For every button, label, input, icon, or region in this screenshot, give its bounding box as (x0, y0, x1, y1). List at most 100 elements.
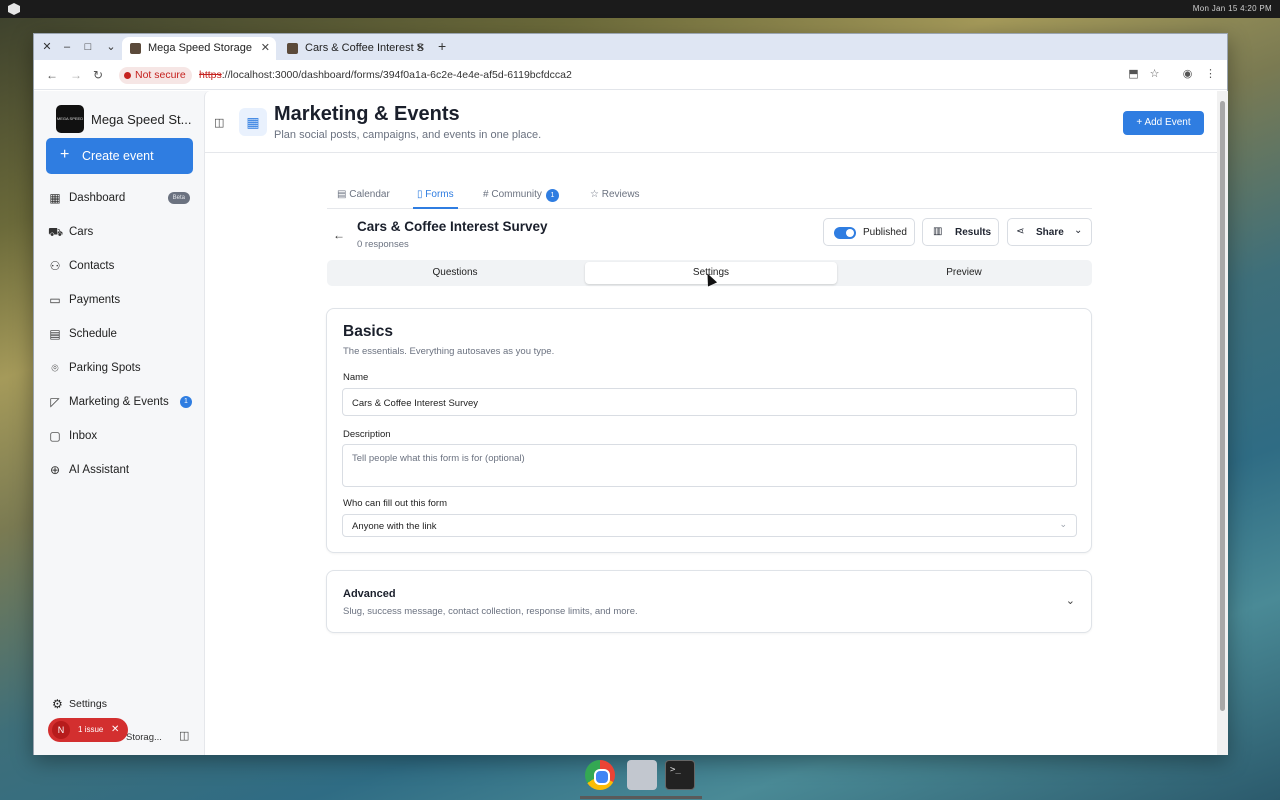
tab-reviews[interactable]: ☆ Reviews (590, 189, 640, 200)
window-minimize-icon[interactable]: – (60, 40, 74, 54)
scrollbar-thumb[interactable] (1220, 101, 1225, 711)
audience-select[interactable]: Anyone with the link ⌄ (342, 514, 1077, 537)
files-icon[interactable] (627, 760, 657, 790)
audience-label: Who can fill out this form (343, 498, 448, 509)
inbox-icon: ▢ (49, 429, 61, 443)
sidebar-item-cars[interactable]: ⛟ Cars (48, 221, 194, 245)
tab-forms[interactable]: ▯ Forms (413, 189, 458, 209)
card-icon: ▭ (49, 293, 61, 307)
new-tab-icon[interactable]: + (438, 38, 446, 54)
sidebar-item-parking-spots[interactable]: ⌾ Parking Spots (48, 357, 194, 381)
url-field[interactable]: https://localhost:3000/dashboard/forms/3… (199, 69, 572, 81)
name-input[interactable]: Cars & Coffee Interest Survey (342, 388, 1077, 416)
sidebar-item-payments[interactable]: ▭ Payments (48, 289, 194, 313)
basics-title: Basics (343, 323, 393, 340)
share-icon: ⋖ (1016, 226, 1025, 237)
star-icon: ☆ (590, 189, 602, 200)
share-button[interactable]: ⋖ Share ⌄ (1007, 218, 1092, 246)
basics-description: The essentials. Everything autosaves as … (343, 346, 555, 357)
tab-search-chevron-icon[interactable]: ⌄ (104, 40, 118, 54)
toggle-switch[interactable] (834, 227, 856, 239)
sidebar-item-inbox[interactable]: ▢ Inbox (48, 425, 194, 449)
sidebar-footer-label[interactable]: Storag... (126, 732, 162, 743)
sidebar-item-label: Dashboard (69, 192, 126, 204)
tab-strip: ✕ – □ ⌄ Mega Speed Storage ✕ Cars & Coff… (34, 34, 1227, 60)
description-label: Description (343, 429, 391, 440)
tab-label: Reviews (601, 189, 640, 200)
published-label: Published (863, 227, 907, 238)
close-icon[interactable]: ✕ (111, 718, 119, 742)
grid-icon: ▦ (49, 191, 61, 205)
count-badge: 1 (180, 396, 192, 408)
tab-community[interactable]: # Community 1 (483, 189, 559, 202)
sidebar-item-label: Marketing & Events (69, 396, 169, 408)
users-icon: ⚇ (49, 259, 61, 273)
sidebar-item-marketing-events[interactable]: ◸ Marketing & Events 1 (48, 391, 194, 415)
browser-window: ✕ – □ ⌄ Mega Speed Storage ✕ Cars & Coff… (33, 33, 1228, 755)
add-event-label: Add Event (1144, 117, 1191, 128)
sidebar-item-contacts[interactable]: ⚇ Contacts (48, 255, 194, 279)
page-header: ◫ ▦ Marketing & Events Plan social posts… (205, 91, 1217, 153)
sidebar-item-dashboard[interactable]: ▦ Dashboard Beta (48, 187, 194, 211)
back-icon[interactable]: ← (46, 68, 58, 82)
reload-icon[interactable]: ↻ (93, 68, 103, 82)
tab-calendar[interactable]: ▤ Calendar (337, 189, 390, 200)
results-button[interactable]: ▥ Results (922, 218, 999, 246)
car-icon: ⛟ (48, 225, 64, 239)
section-tabs: ▤ Calendar ▯ Forms # Community 1 ☆ Review… (327, 183, 1092, 209)
chevron-down-icon[interactable]: ⌄ (1066, 594, 1075, 607)
browser-tab-active[interactable]: Mega Speed Storage ✕ (122, 37, 276, 60)
site-favicon-icon (130, 43, 141, 54)
sidebar-item-ai-assistant[interactable]: ⊕ AI Assistant (48, 459, 194, 483)
sidebar-toggle-icon[interactable]: ◫ (214, 116, 224, 129)
beta-badge: Beta (167, 192, 190, 204)
tab-label: Calendar (349, 189, 390, 200)
os-logo-icon[interactable] (8, 3, 20, 15)
segment-preview[interactable]: Preview (838, 262, 1090, 284)
tab-title: Cars & Coffee Interest S (305, 42, 425, 54)
page-title: Marketing & Events (274, 103, 460, 125)
results-label: Results (955, 227, 992, 238)
forward-icon[interactable]: → (70, 68, 82, 82)
window-close-icon[interactable]: ✕ (40, 40, 54, 54)
sidebar-item-label: Contacts (69, 260, 115, 272)
site-favicon-icon (287, 43, 298, 54)
profile-icon[interactable]: ◉ (1181, 68, 1194, 81)
name-label: Name (343, 372, 369, 383)
back-arrow-icon[interactable]: ← (333, 228, 345, 242)
sidebar-item-label: Parking Spots (69, 362, 141, 374)
tab-close-icon[interactable]: ✕ (261, 37, 270, 60)
description-textarea[interactable]: Tell people what this form is for (optio… (342, 444, 1077, 487)
count-badge: 1 (545, 189, 559, 202)
browser-menu-icon[interactable]: ⋮ (1204, 68, 1217, 81)
basics-card: Basics The essentials. Everything autosa… (326, 308, 1092, 553)
security-indicator[interactable]: Not secure (119, 67, 192, 84)
system-clock[interactable]: Mon Jan 15 4:20 PM (1193, 4, 1272, 13)
segment-questions[interactable]: Questions (329, 262, 581, 284)
url-scheme: https (199, 69, 222, 81)
page-scrollbar[interactable] (1217, 91, 1228, 755)
published-toggle[interactable]: Published (823, 218, 915, 246)
terminal-icon[interactable]: >_ (665, 760, 695, 790)
desktop-top-bar: Mon Jan 15 4:20 PM (0, 0, 1280, 18)
add-event-button[interactable]: + Add Event (1123, 111, 1204, 135)
window-maximize-icon[interactable]: □ (81, 40, 95, 54)
calendar-icon: ▤ (49, 327, 61, 341)
tab-close-icon[interactable]: ✕ (416, 37, 425, 60)
issue-count: 1 issue (78, 725, 104, 734)
advanced-card[interactable]: Advanced Slug, success message, contact … (326, 570, 1092, 633)
address-bar-row: ← → ↻ Not secure https://localhost:3000/… (34, 60, 1227, 90)
create-event-button[interactable]: + Create event (46, 138, 193, 174)
create-event-label: Create event (82, 149, 154, 163)
bookmark-star-icon[interactable]: ☆ (1148, 68, 1161, 81)
issues-indicator[interactable]: N 1 issue ✕ (48, 718, 128, 742)
dock-indicator (580, 796, 702, 799)
advanced-title: Advanced (343, 588, 396, 600)
main-content: ◫ ▦ Marketing & Events Plan social posts… (204, 91, 1217, 755)
sidebar-item-schedule[interactable]: ▤ Schedule (48, 323, 194, 347)
browser-tab[interactable]: Cars & Coffee Interest S ✕ (279, 37, 431, 60)
sidebar-collapse-icon[interactable]: ◫ (179, 729, 189, 742)
install-app-icon[interactable]: ⬒ (1127, 68, 1140, 81)
chrome-icon[interactable] (585, 760, 615, 790)
calendar-icon: ▦ (239, 108, 267, 136)
